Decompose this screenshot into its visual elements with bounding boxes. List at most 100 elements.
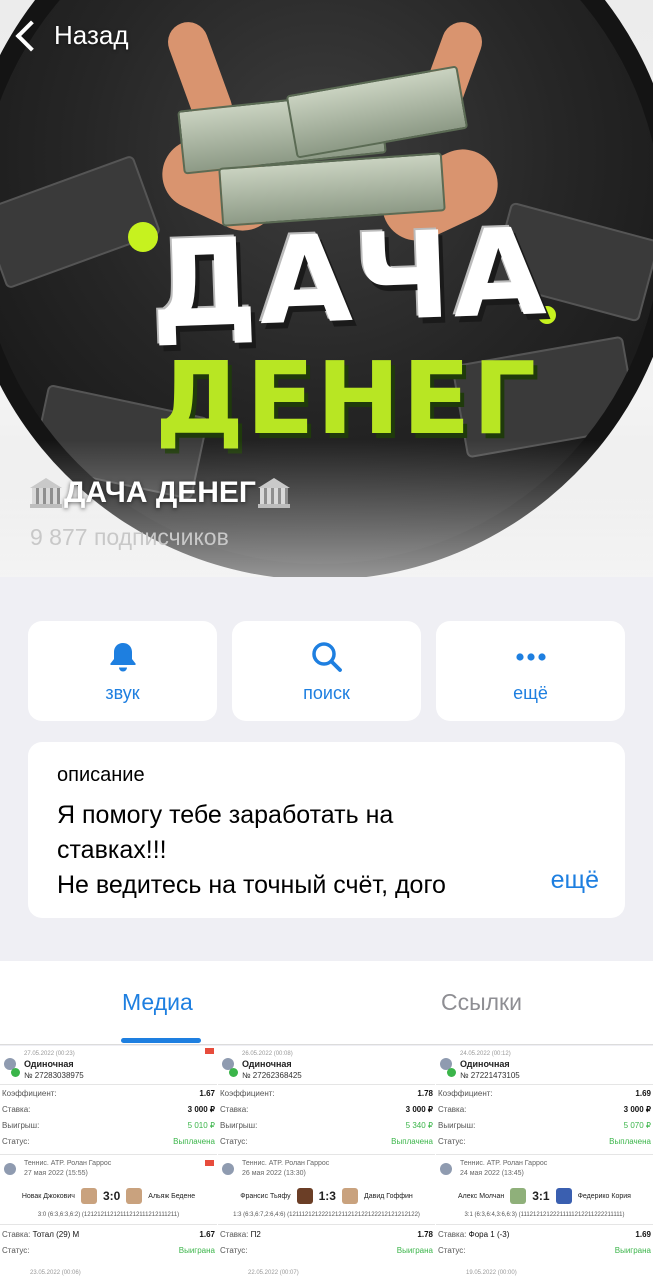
status2-value: Выиграна: [614, 1246, 651, 1255]
player-avatar: [296, 1188, 313, 1204]
match-score: 3:1: [532, 1189, 550, 1203]
bet-row: Ставка: Тотал (29) М 1.67: [2, 1230, 215, 1239]
status-value: Выплачена: [391, 1137, 433, 1146]
status-row: Статус: Выплачена: [2, 1137, 215, 1146]
win-row: Выигрыш: 5 010 ₽: [2, 1121, 215, 1130]
stake-row: Ставка: 3 000 ₽: [220, 1105, 433, 1114]
bet-value: Фора 1 (-3): [468, 1230, 510, 1239]
channel-cover: ДАЧА ДЕНЕГ Назад ДАЧА ДЕНЕГ 9 877 подпис…: [0, 0, 653, 577]
event-date: 26 мая 2022 (13:30): [242, 1170, 306, 1177]
player-2: Давид Гоффин: [363, 1192, 413, 1200]
bet-label: Ставка:: [2, 1230, 31, 1239]
next-date: 22.05.2022 (00:07): [248, 1270, 299, 1276]
more-label: ещё: [513, 682, 548, 703]
tennis-icon: [222, 1163, 234, 1175]
player-avatar: [510, 1188, 527, 1204]
sound-button[interactable]: звук: [28, 621, 217, 721]
description-header: описание: [57, 764, 145, 786]
win-label: Выигрыш:: [438, 1121, 476, 1130]
flag-icon: [205, 1048, 214, 1054]
win-value: 5 340 ₽: [405, 1121, 433, 1130]
stake-row: Ставка: 3 000 ₽: [2, 1105, 215, 1114]
stake-label: Ставка:: [438, 1105, 467, 1114]
divider: [218, 1154, 435, 1155]
status-label: Статус:: [220, 1137, 248, 1146]
bet-number: № 27221473105: [460, 1071, 520, 1080]
sound-label: звук: [105, 682, 140, 703]
bet-date: 27.05.2022 (00:23): [24, 1051, 75, 1057]
match-score: 1:3: [318, 1189, 336, 1203]
player-1: Франсис Тьяфу: [240, 1192, 291, 1200]
channel-title-text: ДАЧА ДЕНЕГ: [64, 476, 256, 509]
divider: [218, 1224, 435, 1225]
player-1: Новак Джокович: [21, 1192, 75, 1200]
bet-coef: 1.69: [635, 1230, 651, 1239]
bet-value: П2: [250, 1230, 261, 1239]
bet-row: Ставка: Фора 1 (-3) 1.69: [438, 1230, 651, 1239]
bet-date: 26.05.2022 (00:08): [242, 1051, 293, 1057]
divider: [436, 1154, 653, 1155]
logo-word-1: ДАЧА: [147, 203, 550, 356]
bet-coef: 1.67: [199, 1230, 215, 1239]
match-row: Франсис Тьяфу 1:3 Давид Гоффин: [222, 1188, 431, 1204]
tab-bar: Медиа Ссылки: [0, 961, 653, 1045]
player-avatar: [126, 1188, 143, 1204]
divider: [0, 1084, 217, 1085]
event-name: Теннис. ATP. Ролан Гаррос: [24, 1160, 112, 1167]
coef-value: 1.78: [417, 1089, 433, 1098]
divider: [436, 1084, 653, 1085]
coef-row: Коэффициент: 1.69: [438, 1089, 651, 1098]
stake-value: 3 000 ₽: [187, 1105, 215, 1114]
player-1: Алекс Молчан: [458, 1192, 505, 1200]
divider: [0, 1224, 217, 1225]
status-label: Статус:: [438, 1246, 466, 1255]
description-line: ставках!!!: [57, 836, 167, 864]
media-grid: 27.05.2022 (00:23) Одиночная № 272830389…: [0, 1046, 653, 1280]
win-label: Выигрыш:: [220, 1121, 258, 1130]
next-date: 23.05.2022 (00:06): [30, 1270, 81, 1276]
player-avatar: [341, 1188, 358, 1204]
match-score: 3:0: [102, 1189, 121, 1203]
more-button[interactable]: ещё: [436, 621, 625, 721]
bet-type: Одиночная: [242, 1059, 292, 1069]
status-row: Статус: Выплачена: [438, 1137, 651, 1146]
check-icon: [11, 1068, 20, 1077]
description-card: описание Я помогу тебе заработать на ста…: [28, 742, 625, 918]
subscriber-count: 9 877 подписчиков: [30, 524, 229, 550]
tennis-icon: [4, 1163, 16, 1175]
check-icon: [447, 1068, 456, 1077]
media-thumbnail[interactable]: 26.05.2022 (00:08) Одиночная № 272623684…: [218, 1046, 435, 1280]
event-name: Теннис. ATP. Ролан Гаррос: [460, 1160, 548, 1167]
win-value: 5 070 ₽: [623, 1121, 651, 1130]
next-date: 19.05.2022 (00:00): [466, 1270, 517, 1276]
bet-number: № 27283038975: [24, 1071, 84, 1080]
bet-number: № 27262368425: [242, 1071, 302, 1080]
player-avatar: [555, 1188, 572, 1204]
search-button[interactable]: поиск: [232, 621, 421, 721]
set-scores: 3:1 (6:3,6:4,3:6,6:3) (11121212122211111…: [464, 1212, 625, 1218]
bet-date: 24.05.2022 (00:12): [460, 1051, 511, 1057]
status-label: Статус:: [2, 1246, 30, 1255]
win-row: Выигрыш: 5 070 ₽: [438, 1121, 651, 1130]
set-scores: 3:0 (6:3,6:3,6:2) (121212112121112121112…: [37, 1212, 180, 1218]
action-bar: звук поиск ещё: [28, 621, 625, 721]
description-more-link[interactable]: ещё: [510, 866, 599, 895]
media-thumbnail[interactable]: 24.05.2022 (00:12) Одиночная № 272214731…: [436, 1046, 653, 1280]
stake-label: Ставка:: [220, 1105, 249, 1114]
tennis-icon: [440, 1163, 452, 1175]
tab-links[interactable]: Ссылки: [441, 989, 522, 1016]
description-line: Я помогу тебе заработать на: [57, 801, 394, 829]
tab-media[interactable]: Медиа: [122, 989, 193, 1016]
back-button[interactable]: Назад: [12, 19, 129, 52]
bell-icon: [109, 642, 136, 671]
flag-icon: [205, 1160, 214, 1166]
bet-type: Одиночная: [24, 1059, 74, 1069]
media-thumbnail[interactable]: 27.05.2022 (00:23) Одиночная № 272830389…: [0, 1046, 217, 1280]
status-label: Статус:: [220, 1246, 248, 1255]
bank-icon: [30, 478, 62, 508]
player-2: Федерико Кория: [577, 1192, 631, 1200]
set-scores: 1:3 (6:3,6:7,2:6,4:6) (12111212122212121…: [233, 1212, 420, 1218]
chevron-left-icon: [15, 19, 47, 52]
divider: [436, 1224, 653, 1225]
description-line: Не ведитесь на точный счёт, дого: [57, 871, 446, 899]
